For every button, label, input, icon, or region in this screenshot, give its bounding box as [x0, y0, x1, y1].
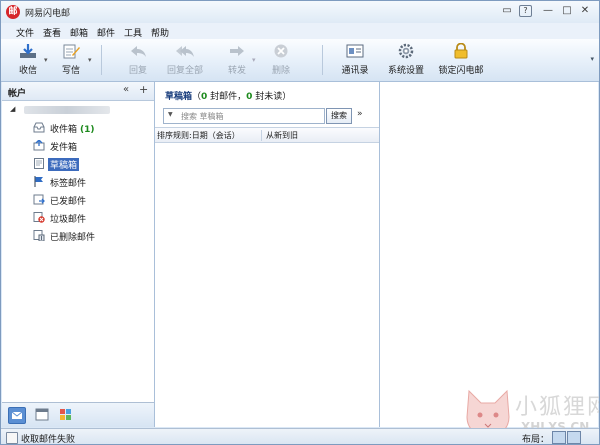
- flag-icon: [34, 176, 43, 187]
- folder-label: 发件箱: [50, 143, 78, 153]
- sent-icon: [33, 194, 45, 205]
- folder-tagged[interactable]: 标签邮件: [2, 173, 154, 191]
- search-placeholder: 搜索 草稿箱: [181, 112, 224, 121]
- receive-dropdown-icon[interactable]: ▾: [44, 56, 48, 64]
- add-account-icon[interactable]: +: [139, 83, 148, 96]
- menu-tools[interactable]: 工具: [124, 26, 142, 39]
- folder-deleted[interactable]: 已删除邮件: [2, 227, 154, 245]
- skin-icon[interactable]: ▭: [500, 5, 514, 17]
- account-panel-header: 帐户 « +: [2, 82, 154, 101]
- lock-button[interactable]: 锁定闪电邮: [438, 41, 484, 79]
- sort-order-selector[interactable]: 从新到旧: [261, 130, 298, 141]
- advanced-search-icon[interactable]: »: [357, 109, 363, 119]
- title-bar: 邮 网易闪电邮 ▭ ? — □ ✕: [1, 1, 599, 23]
- menu-bar: 文件 查看 邮箱 邮件 工具 帮助: [1, 23, 599, 39]
- sort-rule-selector[interactable]: 排序规则:日期（会话）: [157, 130, 240, 141]
- receive-button[interactable]: 收信: [13, 41, 43, 79]
- forward-dropdown-icon[interactable]: ▾: [252, 56, 256, 64]
- app-title: 网易闪电邮: [25, 9, 71, 19]
- mail-view-icon[interactable]: [8, 407, 26, 424]
- expand-arrow-icon[interactable]: ◢: [10, 105, 15, 113]
- calendar-icon[interactable]: [34, 407, 50, 422]
- current-folder-name: 草稿箱: [165, 92, 193, 102]
- reply-button[interactable]: 回复: [124, 41, 152, 79]
- status-message: 收取邮件失败: [21, 435, 76, 445]
- contacts-icon: [346, 44, 364, 58]
- folder-sent[interactable]: 已发邮件: [2, 191, 154, 209]
- unread-count-badge: (1): [80, 125, 95, 135]
- account-panel: 帐户 « + ◢ 收件箱 (1) 发件箱 草稿箱 标签邮件 已发邮件 垃圾邮件 …: [2, 82, 155, 427]
- status-bar: 收取邮件失败 布局：: [1, 428, 599, 445]
- compose-icon: [63, 44, 80, 59]
- compose-dropdown-icon[interactable]: ▾: [88, 56, 92, 64]
- maximize-button[interactable]: □: [560, 5, 574, 17]
- inbox-icon: [33, 122, 45, 133]
- spam-icon: [33, 212, 45, 223]
- reply-all-button[interactable]: 回复全部: [164, 41, 206, 79]
- toolbar: 收信 ▾ 写信 ▾ 回复 回复全部 转发 ▾ 删除 通讯录 系统设置 锁定闪电邮…: [1, 39, 599, 82]
- toolbar-separator: [101, 45, 102, 75]
- help-icon[interactable]: ?: [519, 5, 532, 17]
- reply-icon: [131, 46, 146, 57]
- settings-button[interactable]: 系统设置: [386, 41, 426, 79]
- account-panel-title: 帐户: [8, 89, 27, 99]
- watermark-text: 小狐狸网: [515, 395, 599, 420]
- account-name-redacted: [24, 106, 110, 114]
- contacts-button[interactable]: 通讯录: [338, 41, 372, 79]
- folder-label: 已发邮件: [50, 197, 87, 207]
- layout-two-pane-icon[interactable]: [552, 431, 566, 444]
- delete-button[interactable]: 删除: [267, 41, 295, 79]
- status-icon: [6, 432, 18, 444]
- forward-icon: [230, 46, 244, 56]
- trash-icon: [33, 230, 45, 241]
- gear-icon: [398, 43, 414, 59]
- compose-button[interactable]: 写信: [56, 41, 86, 79]
- menu-file[interactable]: 文件: [16, 26, 34, 39]
- menu-help[interactable]: 帮助: [151, 26, 169, 39]
- search-input[interactable]: ▼ 搜索 草稿箱: [163, 108, 325, 124]
- sort-bar: 排序规则:日期（会话） 从新到旧: [155, 127, 379, 143]
- message-list-panel: 草稿箱（0 封邮件，0 封未读） ▼ 搜索 草稿箱 搜索 » 排序规则:日期（会…: [155, 82, 380, 427]
- folder-label: 收件箱: [50, 125, 78, 135]
- menu-mailbox[interactable]: 邮箱: [70, 26, 88, 39]
- app-logo-icon: 邮: [6, 5, 20, 19]
- folder-inbox[interactable]: 收件箱 (1): [2, 119, 154, 137]
- folder-label: 标签邮件: [50, 179, 87, 189]
- app-window: 邮 网易闪电邮 ▭ ? — □ ✕ 文件 查看 邮箱 邮件 工具 帮助 收信 ▾: [0, 0, 600, 445]
- layout-three-pane-icon[interactable]: [567, 431, 581, 444]
- folder-label: 已删除邮件: [50, 233, 96, 243]
- collapse-panel-icon[interactable]: «: [123, 84, 129, 95]
- reply-all-icon: [176, 46, 194, 57]
- forward-button[interactable]: 转发: [223, 41, 251, 79]
- minimize-button[interactable]: —: [541, 5, 555, 17]
- layout-label: 布局：: [522, 435, 550, 445]
- search-button[interactable]: 搜索: [326, 108, 352, 124]
- folder-drafts[interactable]: 草稿箱: [2, 155, 154, 173]
- toolbar-separator: [322, 45, 323, 75]
- lock-icon: [454, 43, 468, 59]
- folder-summary: 草稿箱（0 封邮件，0 封未读）: [165, 92, 292, 102]
- search-scope-dropdown-icon[interactable]: ▼: [168, 111, 173, 118]
- drafts-icon: [34, 158, 44, 169]
- download-icon: [20, 44, 36, 58]
- folder-outbox[interactable]: 发件箱: [2, 137, 154, 155]
- delete-icon: [274, 44, 288, 58]
- reading-pane: 小狐狸网 XHLXS.CN: [380, 82, 599, 438]
- panel-switcher: [2, 402, 154, 427]
- apps-icon[interactable]: [58, 407, 74, 422]
- folder-label: 草稿箱: [48, 158, 80, 171]
- menu-mail[interactable]: 邮件: [97, 26, 115, 39]
- outbox-icon: [33, 140, 45, 151]
- folder-label: 垃圾邮件: [50, 215, 87, 225]
- folder-spam[interactable]: 垃圾邮件: [2, 209, 154, 227]
- menu-view[interactable]: 查看: [43, 26, 61, 39]
- toolbar-overflow-icon[interactable]: ▾: [590, 55, 594, 63]
- close-button[interactable]: ✕: [578, 5, 592, 17]
- account-row[interactable]: ◢: [2, 101, 154, 119]
